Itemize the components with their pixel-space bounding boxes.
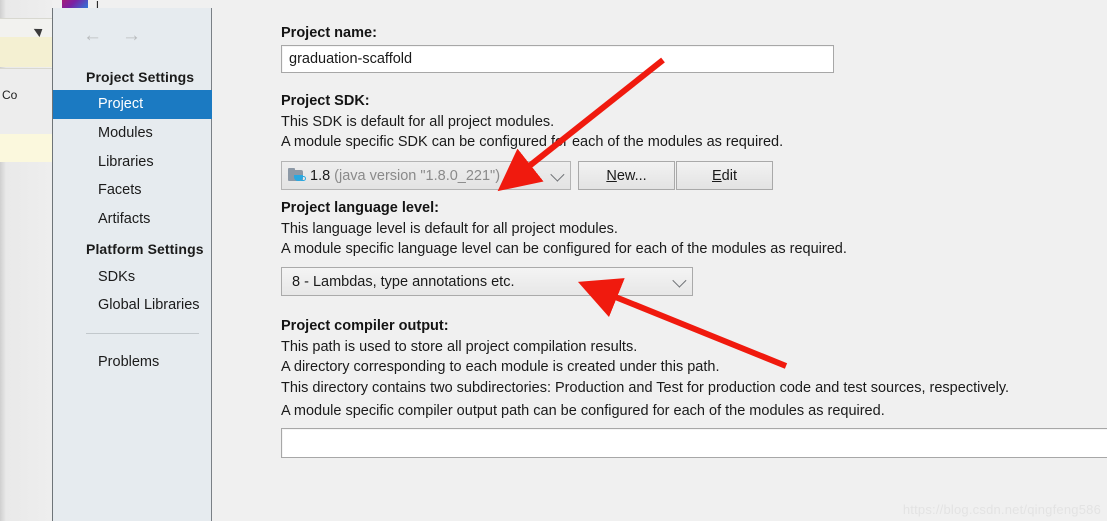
screenshot-root: Co j ← → Project Settings Project Module… [0, 0, 1107, 521]
background-strip-2 [0, 68, 52, 136]
watermark-text: https://blog.csdn.net/qingfeng586 [902, 502, 1101, 517]
compiler-output-desc-line-4: A module specific compiler output path c… [281, 403, 885, 419]
sidebar-item-facets[interactable]: Facets [53, 176, 212, 205]
background-strip-1 [0, 18, 52, 38]
language-level-combobox[interactable]: 8 - Lambdas, type annotations etc. [281, 267, 693, 296]
edit-sdk-button[interactable]: Edit [676, 161, 773, 190]
new-sdk-button-mnemonic: N [606, 167, 617, 184]
project-sdk-desc-line-1: This SDK is default for all project modu… [281, 114, 555, 130]
project-sdk-desc-line-2: A module specific SDK can be configured … [281, 134, 784, 150]
edit-sdk-button-mnemonic: E [712, 167, 722, 184]
background-top-strip [52, 0, 1107, 8]
compiler-output-input[interactable] [281, 428, 1107, 458]
background-highlight-row-2 [0, 134, 52, 162]
sidebar-divider [86, 333, 199, 334]
chevron-down-icon [550, 167, 565, 182]
settings-sidebar: ← → Project Settings Project Modules Lib… [53, 8, 212, 521]
language-level-label: Project language level: [281, 200, 439, 216]
language-level-desc-line-1: This language level is default for all p… [281, 221, 618, 237]
project-sdk-combobox[interactable]: 1.8 (java version "1.8.0_221") [281, 161, 571, 190]
new-sdk-button[interactable]: New... [578, 161, 675, 190]
project-settings-panel: Project name: graduation-scaffold Projec… [213, 8, 1107, 521]
new-sdk-button-label: ew... [616, 167, 647, 184]
chevron-down-icon [672, 273, 687, 288]
sidebar-group-project-settings: Project Settings [86, 69, 195, 85]
project-sdk-detail: (java version "1.8.0_221") [334, 167, 501, 184]
project-structure-dialog: ← → Project Settings Project Modules Lib… [52, 8, 1107, 521]
background-ide-window: Co [0, 0, 60, 521]
compiler-output-label: Project compiler output: [281, 318, 449, 334]
java-sdk-icon [288, 167, 306, 183]
sidebar-item-libraries[interactable]: Libraries [53, 148, 212, 177]
sidebar-item-project[interactable]: Project [53, 90, 212, 119]
compiler-output-desc-line-3: This directory contains two subdirectori… [281, 380, 1010, 396]
background-sidebar-label: Co [2, 88, 18, 102]
sidebar-item-sdks[interactable]: SDKs [53, 263, 212, 292]
project-name-label: Project name: [281, 25, 377, 41]
project-sdk-label: Project SDK: [281, 93, 370, 109]
sidebar-group-platform-settings: Platform Settings [86, 241, 204, 257]
project-name-input[interactable]: graduation-scaffold [281, 45, 834, 73]
compiler-output-desc-line-1: This path is used to store all project c… [281, 339, 638, 355]
background-highlight-row-1 [0, 37, 52, 67]
edit-sdk-button-label: dit [721, 167, 737, 184]
compiler-output-desc-line-2: A directory corresponding to each module… [281, 359, 720, 375]
language-level-value: 8 - Lambdas, type annotations etc. [292, 273, 515, 290]
sidebar-item-problems[interactable]: Problems [53, 348, 212, 377]
sidebar-nav-row: ← → [53, 16, 212, 52]
sidebar-item-artifacts[interactable]: Artifacts [53, 205, 212, 234]
forward-arrow-icon[interactable]: → [122, 26, 141, 45]
sidebar-item-modules[interactable]: Modules [53, 119, 212, 148]
sidebar-item-global-libraries[interactable]: Global Libraries [53, 291, 212, 320]
back-arrow-icon[interactable]: ← [83, 26, 102, 45]
project-sdk-version: 1.8 [310, 167, 331, 184]
language-level-desc-line-2: A module specific language level can be … [281, 241, 847, 257]
